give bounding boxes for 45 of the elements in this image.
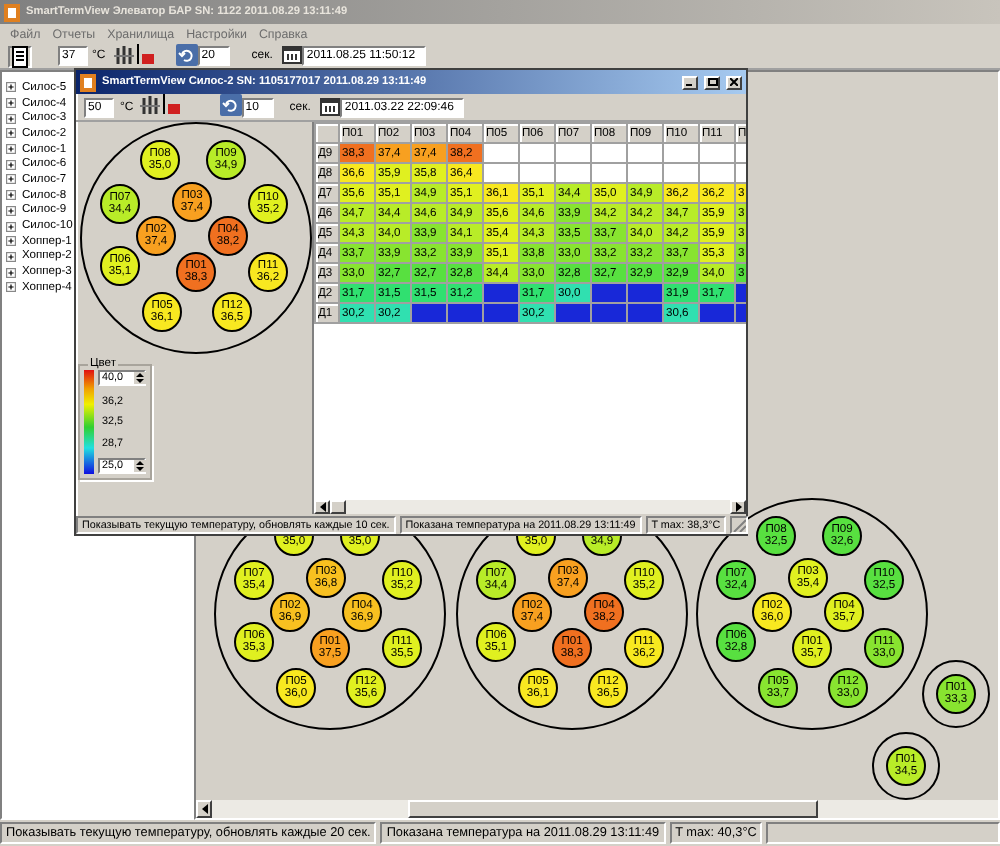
- left-arrow-icon: [201, 804, 207, 814]
- down-arrow-icon[interactable]: [134, 378, 146, 384]
- scroll-right-button[interactable]: [730, 500, 746, 514]
- expand-toggle[interactable]: [6, 98, 16, 109]
- horizontal-scrollbar[interactable]: [196, 800, 998, 818]
- calendar-icon[interactable]: [320, 95, 341, 115]
- columns-icon[interactable]: [139, 94, 160, 116]
- scrollbar-thumb[interactable]: [330, 500, 346, 514]
- expand-toggle[interactable]: [6, 282, 16, 293]
- app-icon: [4, 3, 20, 21]
- expand-toggle[interactable]: [6, 205, 16, 216]
- marker-icon[interactable]: [159, 94, 180, 116]
- refresh-icon[interactable]: [219, 94, 242, 116]
- expand-toggle[interactable]: [6, 221, 16, 232]
- expand-toggle[interactable]: [6, 144, 16, 155]
- refresh-icon[interactable]: [175, 43, 198, 65]
- app-icon: [80, 73, 96, 91]
- expand-toggle[interactable]: [6, 190, 16, 201]
- scroll-left-button[interactable]: [314, 500, 330, 514]
- horizontal-scrollbar[interactable]: [314, 500, 746, 514]
- expand-toggle[interactable]: [6, 251, 16, 262]
- expand-toggle[interactable]: [6, 159, 16, 170]
- expand-toggle[interactable]: [6, 174, 16, 185]
- minimize-button[interactable]: [682, 75, 698, 89]
- expand-toggle[interactable]: [6, 236, 16, 247]
- expand-toggle[interactable]: [6, 113, 16, 124]
- expand-toggle[interactable]: [6, 82, 16, 93]
- minimize-icon: [686, 78, 694, 86]
- up-arrow-icon[interactable]: [134, 372, 146, 378]
- scrollbar-thumb[interactable]: [408, 800, 818, 818]
- maximize-button[interactable]: [704, 75, 720, 89]
- color-scale: [84, 370, 94, 474]
- down-arrow-icon[interactable]: [134, 466, 146, 472]
- up-arrow-icon[interactable]: [134, 460, 146, 466]
- expand-toggle[interactable]: [6, 128, 16, 139]
- right-arrow-icon: [735, 502, 741, 512]
- expand-toggle[interactable]: [6, 267, 16, 278]
- close-icon: [730, 78, 738, 86]
- maximize-icon: [707, 78, 717, 86]
- marker-icon[interactable]: [133, 43, 154, 65]
- calendar-icon[interactable]: [282, 44, 303, 64]
- columns-icon[interactable]: [113, 43, 134, 65]
- scroll-left-button[interactable]: [196, 800, 212, 818]
- close-button[interactable]: [726, 75, 742, 89]
- left-arrow-icon: [319, 502, 325, 512]
